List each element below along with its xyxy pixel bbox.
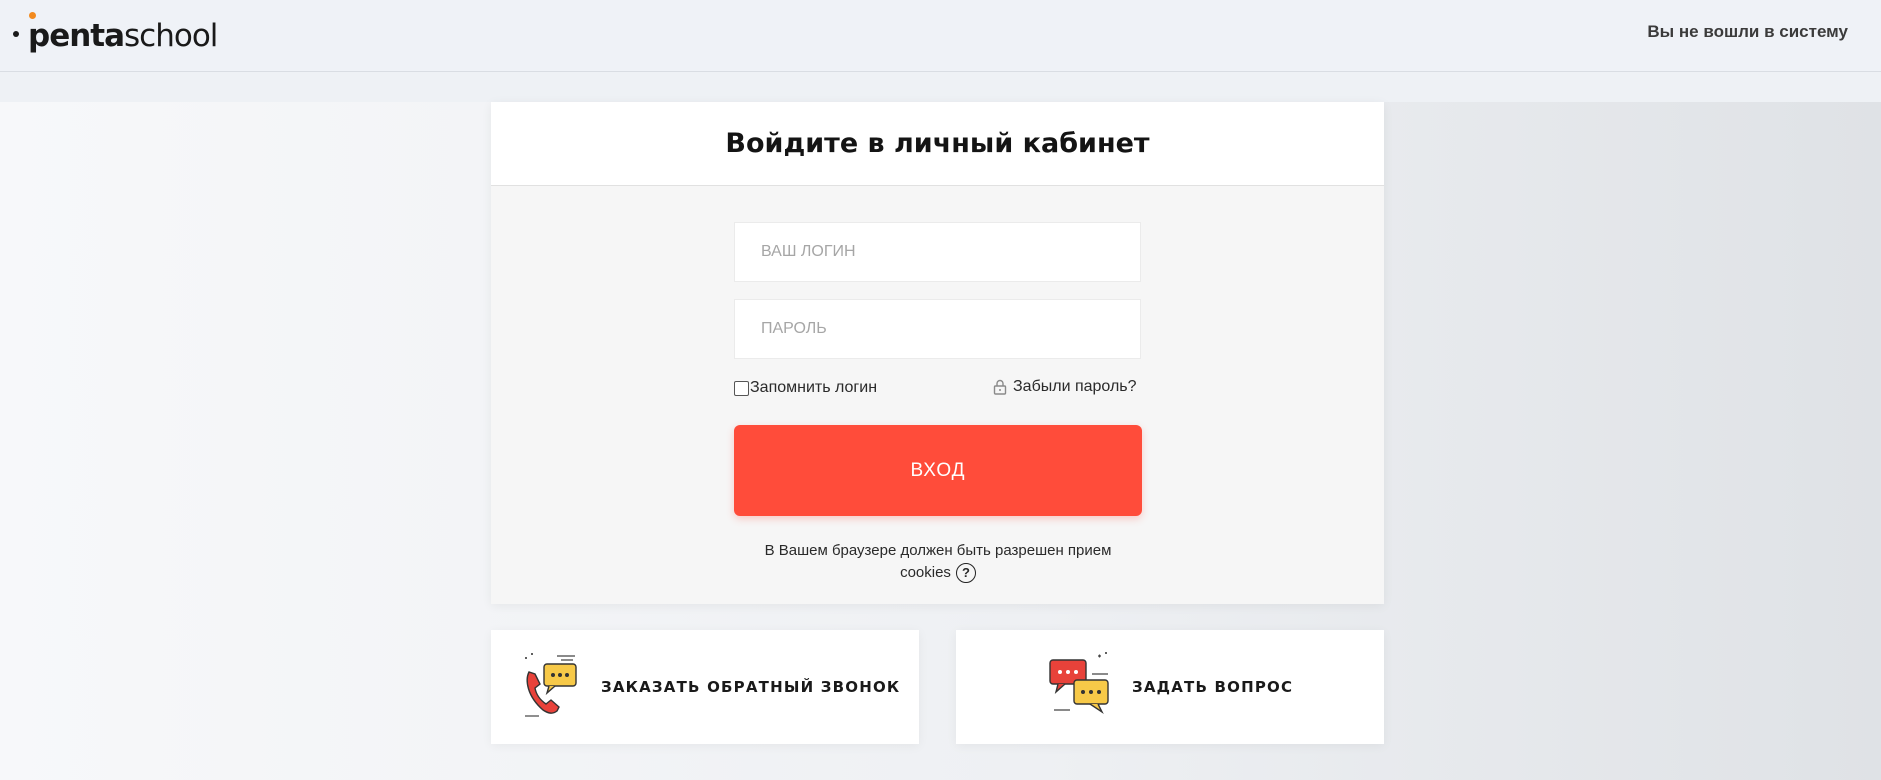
cookies-notice-line2: cookies bbox=[900, 564, 951, 581]
remember-label: Запомнить логин bbox=[750, 379, 878, 396]
login-button[interactable]: ВХОД bbox=[734, 425, 1142, 516]
ask-question-label: ЗАДАТЬ ВОПРОС bbox=[1132, 678, 1294, 696]
logo-text-bold: penta bbox=[28, 18, 125, 54]
forgot-password-link[interactable]: Забыли пароль? bbox=[993, 378, 1137, 396]
remember-login[interactable]: Запомнить логин bbox=[734, 379, 877, 397]
page-title: Войдите в личный кабинет bbox=[725, 128, 1150, 159]
chat-bubbles-icon bbox=[1048, 651, 1112, 723]
phone-chat-icon bbox=[521, 652, 581, 723]
forgot-label: Забыли пароль? bbox=[1013, 378, 1137, 395]
login-input[interactable] bbox=[734, 222, 1141, 282]
ask-question-tile[interactable]: ЗАДАТЬ ВОПРОС bbox=[956, 630, 1384, 744]
sub-header-bar bbox=[0, 72, 1881, 102]
login-card: Войдите в личный кабинет Запомнить логин… bbox=[491, 102, 1384, 604]
logo-text: pentaschool bbox=[28, 18, 218, 54]
logo-text-light: school bbox=[124, 18, 218, 54]
callback-request-label: ЗАКАЗАТЬ ОБРАТНЫЙ ЗВОНОК bbox=[601, 678, 901, 696]
cookies-notice: В Вашем браузере должен быть разрешен пр… bbox=[734, 540, 1142, 584]
logo-dot-black bbox=[13, 31, 19, 37]
lock-icon bbox=[993, 379, 1007, 395]
login-card-header: Войдите в личный кабинет bbox=[491, 102, 1384, 186]
login-status: Вы не вошли в систему bbox=[1647, 22, 1848, 41]
callback-request-tile[interactable]: ЗАКАЗАТЬ ОБРАТНЫЙ ЗВОНОК bbox=[491, 630, 919, 744]
pentaschool-logo[interactable]: pentaschool bbox=[13, 12, 223, 58]
remember-checkbox[interactable] bbox=[734, 380, 749, 396]
top-header: pentaschool Вы не вошли в систему bbox=[0, 0, 1881, 72]
password-input[interactable] bbox=[734, 299, 1141, 359]
cookies-notice-line1: В Вашем браузере должен быть разрешен пр… bbox=[764, 542, 1112, 559]
question-circle-icon[interactable]: ? bbox=[955, 563, 976, 584]
